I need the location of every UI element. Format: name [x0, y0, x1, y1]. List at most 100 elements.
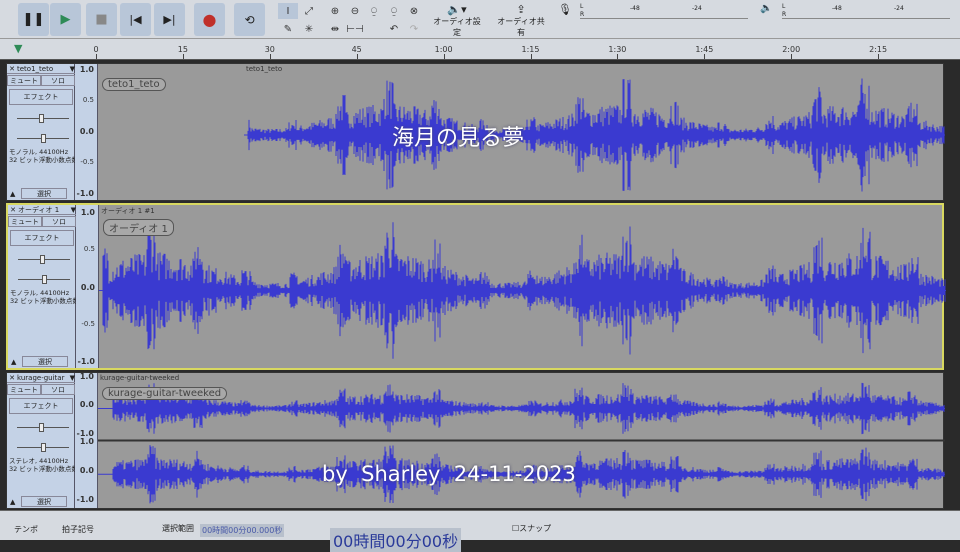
select-button[interactable]: 選択: [22, 356, 68, 367]
share-audio-button[interactable]: ⇪ オーディオ共有: [494, 3, 548, 37]
clip-name-label[interactable]: kurage-guitar-tweeked: [102, 387, 228, 400]
silence-icon[interactable]: ⊢⊣: [345, 21, 365, 37]
collapse-icon[interactable]: ▲: [10, 190, 15, 198]
redo-icon[interactable]: ↷: [404, 21, 424, 37]
gain-slider[interactable]: [17, 423, 69, 432]
zoom-toggle-icon[interactable]: ⊗: [404, 3, 424, 19]
track-header[interactable]: ✕ kurage-guitar ▼: [7, 373, 75, 383]
close-track-icon[interactable]: ✕: [7, 374, 17, 382]
pan-slider[interactable]: [18, 275, 70, 284]
zoom-in-icon[interactable]: ⊕: [325, 3, 345, 19]
scale-label: 1.0: [79, 371, 94, 381]
gain-slider[interactable]: [17, 114, 69, 123]
select-button[interactable]: 選択: [21, 188, 67, 199]
trim-icon[interactable]: ⇹: [325, 21, 345, 37]
select-button[interactable]: 選択: [21, 496, 67, 507]
track[interactable]: ✕ kurage-guitar ▼ ミュート ソロ エフェクト ステレオ, 4410…: [6, 371, 945, 509]
tempo-label: テンポ: [14, 525, 38, 534]
scale-label: 0.5: [82, 96, 94, 105]
ruler-tick-label: 2:00: [782, 45, 801, 54]
snap-checkbox[interactable]: ☐スナップ: [512, 523, 551, 534]
gain-knob[interactable]: [39, 114, 44, 123]
play-button[interactable]: ▶: [50, 3, 81, 36]
record-button[interactable]: ●: [194, 3, 225, 36]
pan-knob[interactable]: [41, 134, 46, 143]
gain-slider[interactable]: [18, 255, 70, 264]
envelope-tool-icon[interactable]: ⤢: [299, 3, 319, 19]
mute-button[interactable]: ミュート: [7, 75, 41, 86]
ruler-tick-label: 1:15: [521, 45, 540, 54]
snap-label: スナップ: [519, 524, 552, 533]
stop-button[interactable]: ■: [86, 3, 117, 36]
playback-meter[interactable]: L R -48 -24: [782, 3, 950, 19]
solo-button[interactable]: ソロ: [42, 216, 76, 227]
bottom-toolbar: テンポ 拍子記号 選択範囲 00時間00分00.000秒 00時間00分00秒 …: [0, 510, 960, 552]
toolbar: ❚❚ ▶ ■ |◀ ▶| ● ⟲ I ⤢ ✎ ✳ ⊕ ⊖ ⍜ ⍜ ⊗ ⇹ ⊢⊣ …: [0, 0, 960, 39]
timeline-ruler[interactable]: ▼ 0 15 30 45 1:00 1:15 1:30 1:45 2:00 2:15: [0, 39, 960, 60]
waveform-area[interactable]: オーディオ 1 #1 オーディオ 1: [99, 205, 946, 368]
ruler-tick-label: 45: [351, 45, 362, 54]
clip-title[interactable]: オーディオ 1 #1: [101, 206, 155, 216]
waveform-area[interactable]: kurage-guitar-tweeked kurage-guitar-twee…: [98, 373, 945, 508]
vertical-scale[interactable]: 1.0 0.5 0.0 -0.5 -1.0: [76, 205, 99, 368]
time-display[interactable]: 00時間00分00秒: [330, 528, 462, 552]
effects-button[interactable]: エフェクト: [10, 230, 74, 246]
scale-label: 0.5: [83, 245, 95, 253]
audio-settings-button[interactable]: 🔈▾ オーディオ設定: [430, 3, 484, 37]
track[interactable]: ✕ オーディオ 1 ▼ ミュート ソロ エフェクト モノラル, 44100Hz 32…: [6, 203, 946, 370]
close-track-icon[interactable]: ✕: [8, 206, 18, 214]
play-head-icon[interactable]: ▼: [14, 42, 22, 55]
gain-knob[interactable]: [40, 255, 45, 264]
skip-end-button[interactable]: ▶|: [154, 3, 185, 36]
mute-button[interactable]: ミュート: [8, 216, 42, 227]
track-name[interactable]: kurage-guitar: [17, 374, 70, 382]
playback-speaker-icon[interactable]: 🔈: [760, 3, 772, 14]
pan-knob[interactable]: [42, 275, 47, 284]
pan-knob[interactable]: [41, 443, 46, 452]
select-tool-icon[interactable]: I: [278, 3, 298, 19]
track-name[interactable]: teto1_teto: [17, 65, 70, 73]
clip-title[interactable]: kurage-guitar-tweeked: [100, 374, 179, 382]
solo-button[interactable]: ソロ: [41, 384, 75, 395]
overlay-credit: by Sharley 24-11-2023: [322, 462, 576, 486]
share-icon: ⇪: [516, 3, 526, 16]
pause-button[interactable]: ❚❚: [18, 3, 49, 36]
fit-selection-icon[interactable]: ⍜: [364, 3, 384, 19]
undo-icon[interactable]: ↶: [384, 21, 404, 37]
record-meter[interactable]: L R -48 -24: [580, 3, 748, 19]
multi-tool-icon[interactable]: ✳: [299, 21, 319, 37]
close-track-icon[interactable]: ✕: [7, 65, 17, 73]
loop-button[interactable]: ⟲: [234, 3, 265, 36]
pan-slider[interactable]: [17, 134, 69, 143]
track-name[interactable]: オーディオ 1: [18, 205, 71, 215]
mic-icon[interactable]: 🎙: [558, 3, 572, 16]
vertical-scale[interactable]: 1.0 0.0 -1.0 1.0 0.0 -1.0: [75, 371, 98, 508]
mute-button[interactable]: ミュート: [7, 384, 41, 395]
waveform: [102, 222, 946, 359]
scale-label: 1.0: [79, 65, 94, 75]
scale-label: 0.0: [79, 127, 94, 136]
effects-button[interactable]: エフェクト: [9, 89, 73, 105]
vertical-scale[interactable]: 1.0 0.5 0.0 -0.5 -1.0: [75, 64, 98, 200]
track-header[interactable]: ✕ teto1_teto ▼: [7, 64, 75, 74]
gain-knob[interactable]: [39, 423, 44, 432]
pan-slider[interactable]: [17, 443, 69, 452]
scale-label: 0.0: [80, 282, 95, 292]
skip-start-button[interactable]: |◀: [120, 3, 151, 36]
ruler-tick: [443, 54, 445, 59]
meter-tick: -48: [630, 5, 640, 12]
clip-name-label[interactable]: オーディオ 1: [103, 219, 174, 236]
clip-title[interactable]: teto1_teto: [246, 65, 282, 73]
track-control-panel: ✕ kurage-guitar ▼ ミュート ソロ エフェクト ステレオ, 4410…: [7, 373, 78, 508]
clip-name-label[interactable]: teto1_teto: [102, 78, 166, 91]
collapse-icon[interactable]: ▲: [10, 498, 15, 506]
collapse-icon[interactable]: ▲: [11, 358, 16, 366]
track-bit-depth: 32 ビット浮動小数点数: [9, 465, 78, 473]
selection-time-field[interactable]: 00時間00分00.000秒: [200, 524, 285, 537]
draw-tool-icon[interactable]: ✎: [278, 21, 298, 37]
track-header[interactable]: ✕ オーディオ 1 ▼: [8, 205, 76, 215]
fit-project-icon[interactable]: ⍜: [384, 3, 404, 19]
zoom-out-icon[interactable]: ⊖: [345, 3, 365, 19]
solo-button[interactable]: ソロ: [41, 75, 75, 86]
effects-button[interactable]: エフェクト: [9, 398, 73, 414]
